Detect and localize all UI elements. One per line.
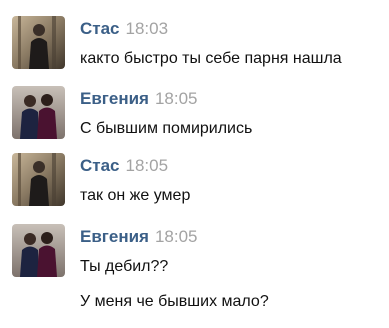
message-text: С бывшим помирились — [80, 120, 253, 137]
sender-name[interactable]: Евгения — [80, 227, 149, 246]
avatar-evgeniya[interactable] — [12, 224, 65, 277]
user-avatar-icon — [12, 16, 65, 69]
message-time[interactable]: 18:05 — [126, 156, 169, 175]
message-header: Стас 18:05 — [80, 156, 168, 176]
message-time[interactable]: 18:03 — [126, 19, 169, 38]
message-header: Евгения 18:05 — [80, 227, 198, 247]
user-avatar-icon — [12, 86, 65, 139]
chat-history: Стас 18:03 както быстро ты себе парня наш… — [0, 0, 389, 328]
sender-name[interactable]: Стас — [80, 156, 120, 175]
user-avatar-icon — [12, 224, 65, 277]
avatar-evgeniya[interactable] — [12, 86, 65, 139]
sender-name[interactable]: Стас — [80, 19, 120, 38]
message-time[interactable]: 18:05 — [155, 89, 198, 108]
message-text: както быстро ты себе парня нашла — [80, 50, 342, 67]
sender-name[interactable]: Евгения — [80, 89, 149, 108]
avatar-stas[interactable] — [12, 16, 65, 69]
avatar-stas[interactable] — [12, 153, 65, 206]
message-text: Ты дебил?? — [80, 258, 169, 275]
message-text: так он же умер — [80, 187, 191, 204]
message-time[interactable]: 18:05 — [155, 227, 198, 246]
message-text: У меня че бывших мало? — [80, 293, 269, 310]
user-avatar-icon — [12, 153, 65, 206]
message-header: Евгения 18:05 — [80, 89, 198, 109]
message-header: Стас 18:03 — [80, 19, 168, 39]
